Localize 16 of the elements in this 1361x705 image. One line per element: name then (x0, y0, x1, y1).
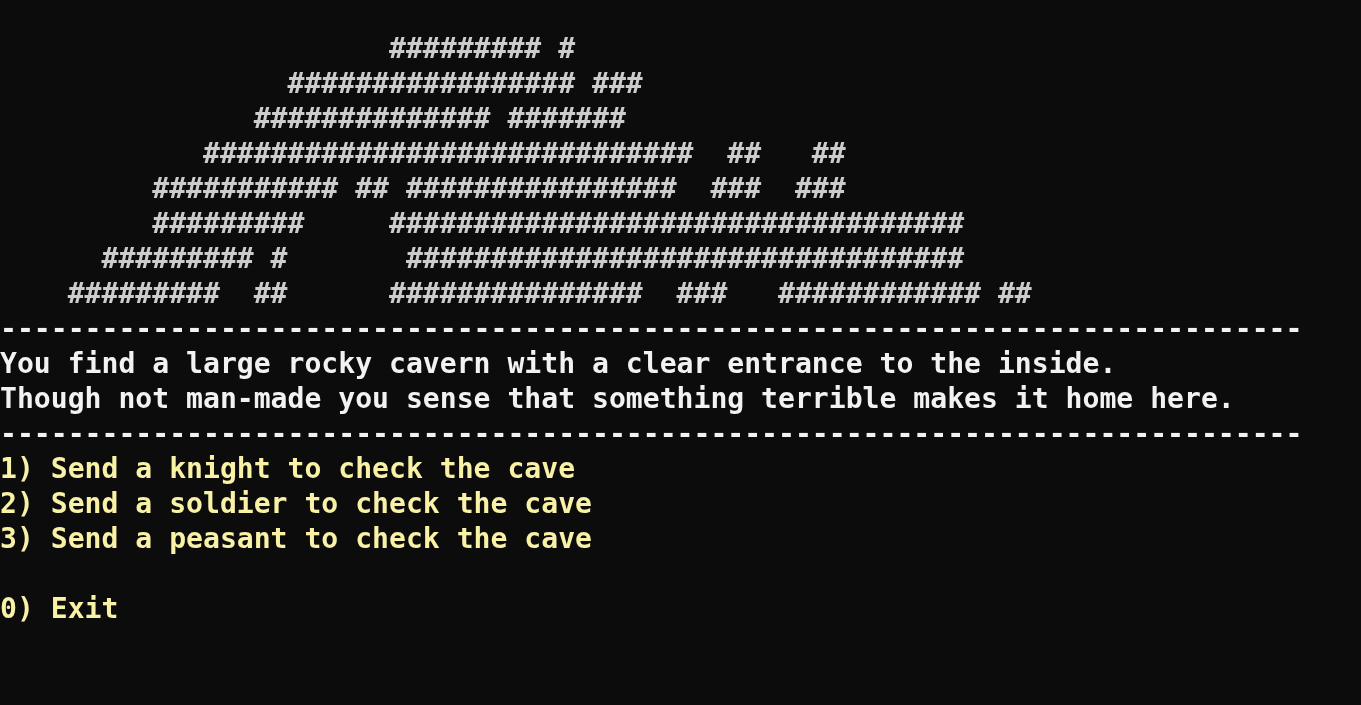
menu-option: 1) Send a knight to check the cave (0, 451, 576, 486)
ascii-art-line: ########### ## ################ ### ### (151, 171, 846, 206)
exit-option: 0) Exit (0, 591, 119, 626)
ascii-art-line: ############## ####### (252, 101, 626, 136)
ascii-art-line: ############################# ## ## (201, 136, 846, 171)
menu-option: 3) Send a peasant to check the cave (0, 521, 592, 556)
menu-option: 2) Send a soldier to check the cave (0, 486, 592, 521)
ascii-art-line: ######### # ################################# (100, 241, 965, 276)
description-line: Though not man-made you sense that something terrible makes it home here. (0, 381, 1235, 416)
ascii-art-line: ######### ################################## (151, 206, 965, 241)
ascii-art-line: ################# ### (286, 66, 643, 101)
ascii-art-line: ######### # (388, 31, 576, 66)
ascii-art-line: ######### ## ############### ### ############ ## (66, 276, 1032, 311)
separator-line: ----------------------------------------------------------------------------- (0, 416, 1303, 451)
description-line: You find a large rocky cavern with a clear entrance to the inside. (0, 346, 1117, 381)
separator-line: ----------------------------------------------------------------------------- (0, 311, 1303, 346)
